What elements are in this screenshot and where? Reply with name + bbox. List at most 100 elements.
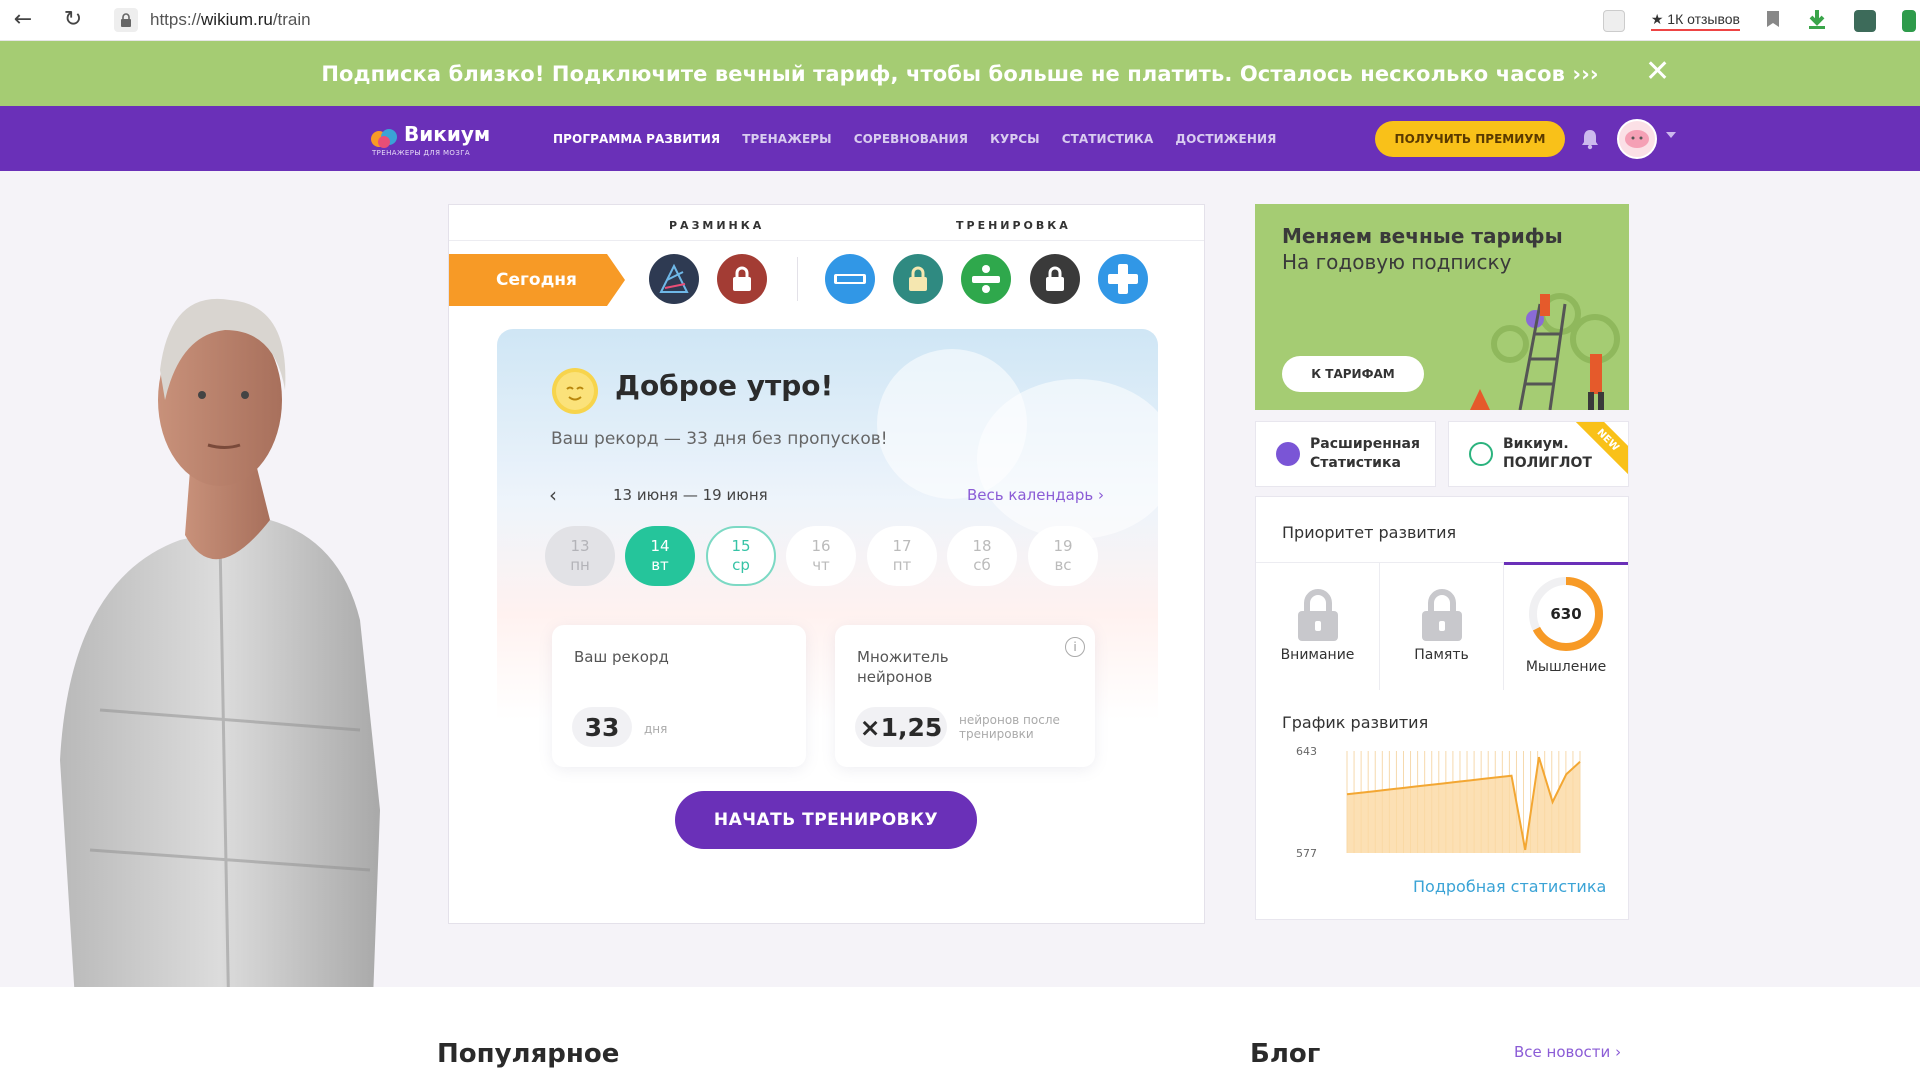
chevron-right-icon: › [1615, 1043, 1622, 1061]
tariff-subline: На годовую подписку [1282, 250, 1512, 274]
training-card: РАЗМИНКА ТРЕНИРОВКА Сегодня Доброе утро!… [448, 204, 1205, 924]
popular-heading: Популярное [437, 1039, 620, 1069]
url-path: /train [272, 10, 311, 29]
day-number: 14 [650, 537, 670, 555]
blog-heading: Блог [1250, 1039, 1321, 1069]
minus-icon[interactable] [825, 254, 875, 304]
plus-icon[interactable] [1098, 254, 1148, 304]
all-news-label: Все новости [1514, 1043, 1611, 1061]
extended-stats-tile[interactable]: Расширенная Статистика [1255, 421, 1436, 487]
thinking-label: Мышление [1525, 659, 1607, 675]
translate-icon[interactable] [1602, 9, 1625, 32]
nav-trainers[interactable]: ТРЕНАЖЕРЫ [742, 132, 832, 146]
back-arrow-icon[interactable]: ← [12, 9, 34, 31]
game-locked-icon[interactable] [717, 254, 767, 304]
browser-extensions: ★ 1К отзывов [1602, 0, 1920, 41]
multiplier-card: Множитель нейронов i ×1,25 нейронов посл… [835, 625, 1095, 767]
detailed-stats-link[interactable]: Подробная статистика [1413, 877, 1606, 896]
download-icon[interactable] [1806, 8, 1828, 34]
nav-competitions[interactable]: СОРЕВНОВАНИЯ [854, 132, 968, 146]
attention-label: Внимание [1280, 647, 1355, 663]
reviews-badge[interactable]: ★ 1К отзывов [1650, 11, 1740, 31]
all-news-link[interactable]: Все новости › [1514, 1043, 1621, 1061]
priority-thinking[interactable]: 630 Мышление [1504, 562, 1628, 690]
priority-memory[interactable]: Память [1380, 562, 1504, 690]
close-icon[interactable]: ✕ [1645, 57, 1670, 87]
day-sat[interactable]: 18 сб [947, 526, 1017, 586]
development-chart: 643 577 [1296, 745, 1581, 860]
extended-stats-label: Расширенная Статистика [1310, 436, 1420, 471]
tab-warmup[interactable]: РАЗМИНКА [669, 219, 764, 232]
game-pattern-icon[interactable] [649, 254, 699, 304]
to-tariffs-button[interactable]: К ТАРИФАМ [1282, 356, 1424, 392]
greeting-title: Доброе утро! [615, 369, 834, 402]
chart-title: График развития [1282, 713, 1429, 732]
bottom-section: Популярное Блог Все новости › [0, 987, 1920, 1080]
full-calendar-link[interactable]: Весь календарь › [967, 486, 1104, 504]
cloud-decoration [977, 379, 1158, 539]
divide-icon[interactable] [961, 254, 1011, 304]
tab-training[interactable]: ТРЕНИРОВКА [956, 219, 1071, 232]
day-number: 19 [1053, 537, 1073, 555]
day-number: 16 [811, 537, 831, 555]
chevron-right-icon: › [1097, 486, 1104, 504]
day-tue[interactable]: 14 вт [625, 526, 695, 586]
chevron-left-icon[interactable]: ‹ [549, 483, 557, 507]
promo-text[interactable]: Подписка близко! Подключите вечный тариф… [321, 62, 1598, 86]
info-icon[interactable]: i [1065, 637, 1085, 657]
locked-game-icon[interactable] [1030, 254, 1080, 304]
promo-banner[interactable]: Подписка близко! Подключите вечный тариф… [0, 41, 1920, 106]
avatar[interactable] [1617, 119, 1657, 159]
site-header: Викиум ТРЕНАЖЕРЫ ДЛЯ МОЗГА ПРОГРАММА РАЗ… [0, 106, 1920, 171]
lock-icon[interactable] [893, 254, 943, 304]
brain-avatar-icon [1625, 130, 1649, 148]
day-weekday: ср [732, 556, 750, 574]
chevron-down-icon[interactable] [1666, 132, 1676, 138]
lock-icon[interactable] [114, 8, 138, 32]
priority-card: Приоритет развития Внимание Память 630 М… [1255, 496, 1629, 920]
bell-icon[interactable] [1580, 128, 1600, 150]
browser-toolbar: ← ↻ https://wikium.ru/train ★ 1К отзывов [0, 0, 1920, 41]
day-number: 15 [731, 537, 751, 555]
nav-program[interactable]: ПРОГРАММА РАЗВИТИЯ [553, 132, 720, 146]
priority-attention[interactable]: Внимание [1256, 562, 1380, 690]
tariff-headline: Меняем вечные тарифы [1282, 224, 1563, 248]
polyglot-tile[interactable]: Викиум. ПОЛИГЛОТ NEW [1448, 421, 1629, 487]
nav-achievements[interactable]: ДОСТИЖЕНИЯ [1175, 132, 1276, 146]
sun-emoji-icon [552, 368, 598, 414]
person-photo [60, 298, 380, 1080]
multiplier-unit: нейронов после тренировки [959, 713, 1060, 741]
tariff-promo-card[interactable]: Меняем вечные тарифы На годовую подписку… [1255, 204, 1629, 410]
day-mon[interactable]: 13 пн [545, 526, 615, 586]
start-training-button[interactable]: НАЧАТЬ ТРЕНИРОВКУ [675, 791, 977, 849]
url-host: wikium.ru [201, 10, 273, 29]
memory-label: Память [1414, 647, 1469, 663]
get-premium-button[interactable]: ПОЛУЧИТЬ ПРЕМИУМ [1375, 121, 1565, 157]
nav-statistics[interactable]: СТАТИСТИКА [1062, 132, 1154, 146]
full-calendar-label: Весь календарь [967, 486, 1094, 504]
priority-title: Приоритет развития [1282, 523, 1457, 542]
day-weekday: пн [570, 556, 590, 574]
brain-logo-icon [371, 129, 397, 148]
record-unit: дня [644, 722, 668, 736]
day-fri[interactable]: 17 пт [867, 526, 937, 586]
day-wed[interactable]: 15 ср [706, 526, 776, 586]
day-weekday: пт [892, 556, 912, 574]
lock-icon [1421, 589, 1462, 641]
extension-icon[interactable] [1854, 9, 1876, 32]
nav-courses[interactable]: КУРСЫ [990, 132, 1040, 146]
day-thu[interactable]: 16 чт [786, 526, 856, 586]
thinking-progress-ring: 630 [1527, 575, 1605, 653]
day-weekday: сб [973, 556, 991, 574]
address-bar[interactable]: https://wikium.ru/train [150, 10, 311, 30]
record-card: Ваш рекорд 33 дня [552, 625, 806, 767]
day-sun[interactable]: 19 вс [1028, 526, 1098, 586]
bookmark-icon[interactable] [1766, 10, 1780, 32]
day-weekday: вт [651, 556, 669, 574]
logo[interactable]: Викиум ТРЕНАЖЕРЫ ДЛЯ МОЗГА [370, 122, 490, 158]
reload-icon[interactable]: ↻ [62, 9, 84, 31]
day-number: 17 [892, 537, 912, 555]
shield-icon[interactable] [1902, 9, 1916, 32]
url-prefix: https:// [150, 10, 202, 29]
lock-icon [1297, 589, 1338, 641]
